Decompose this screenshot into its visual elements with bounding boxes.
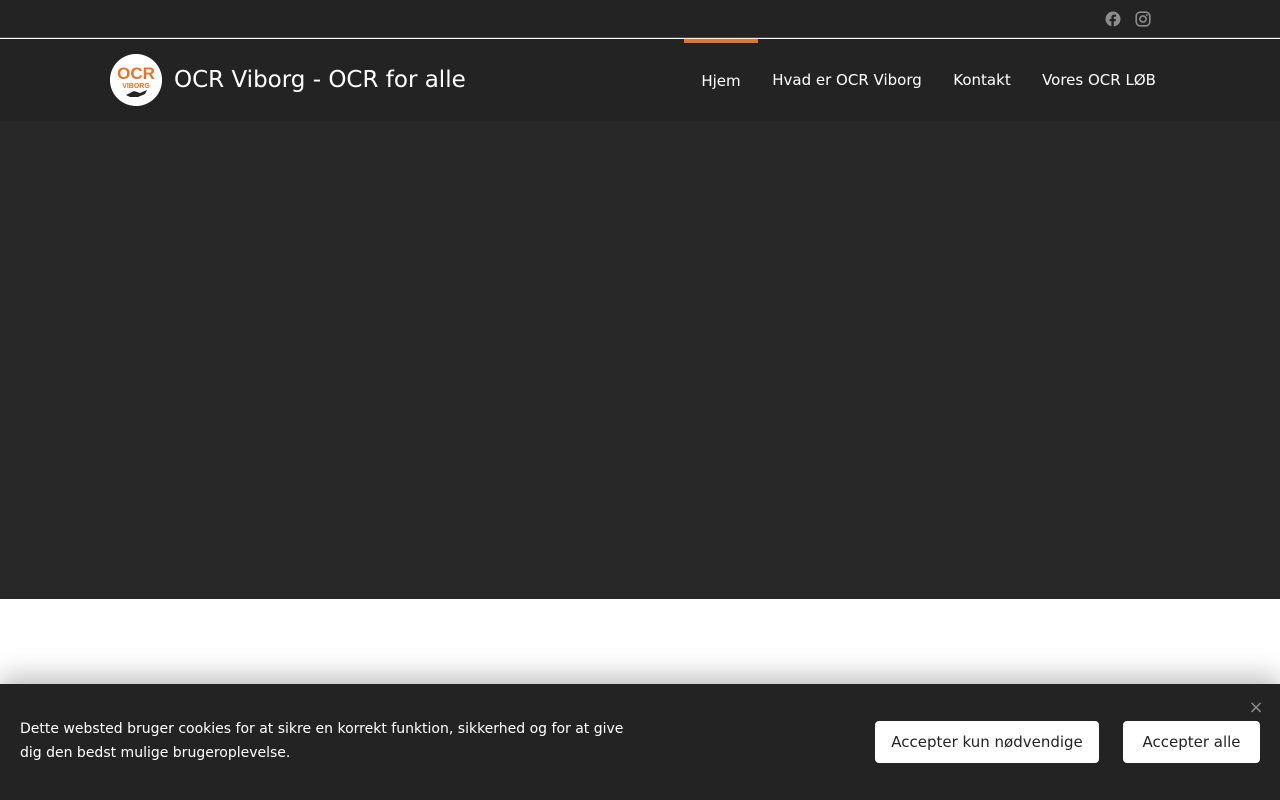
instagram-icon[interactable] — [1134, 10, 1152, 28]
accept-all-button[interactable]: Accepter alle — [1123, 721, 1260, 763]
accept-necessary-button[interactable]: Accepter kun nødvendige — [875, 721, 1099, 763]
site-title[interactable]: OCR Viborg - OCR for alle — [174, 64, 466, 96]
logo-text-viborg: VIBORG — [122, 83, 150, 90]
logo-text-ocr: OCR — [117, 64, 155, 83]
cookie-consent-bar: × Dette websted bruger cookies for at si… — [0, 684, 1280, 800]
hero-banner — [0, 121, 1280, 599]
cookie-message: Dette websted bruger cookies for at sikr… — [20, 721, 624, 761]
close-icon[interactable]: × — [1246, 698, 1266, 718]
top-bar — [0, 0, 1280, 38]
site-logo[interactable]: OCR VIBORG — [110, 54, 162, 106]
nav-item-kontakt[interactable]: Kontakt — [940, 39, 1024, 121]
main-navbar: OCR VIBORG OCR Viborg - OCR for alle Hje… — [0, 39, 1280, 121]
nav-item-hjem[interactable]: Hjem — [684, 39, 758, 121]
nav-item-hvad-er-ocr-viborg[interactable]: Hvad er OCR Viborg — [766, 39, 928, 121]
facebook-icon[interactable] — [1104, 10, 1122, 28]
nav-item-vores-ocr-lob[interactable]: Vores OCR LØB — [1036, 39, 1162, 121]
